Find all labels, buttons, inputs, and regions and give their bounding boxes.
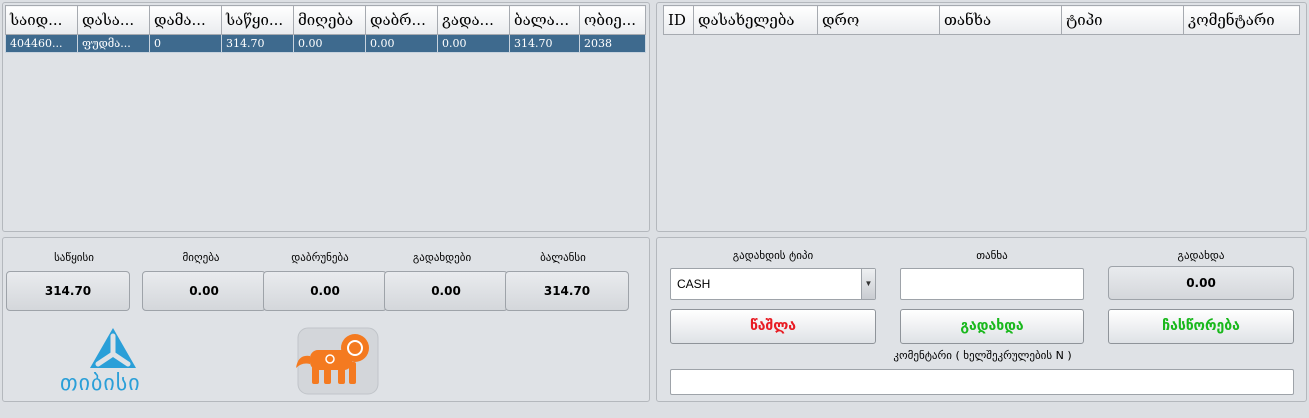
- col-header-2[interactable]: დამა...: [149, 5, 222, 35]
- bank-of-georgia-logo: [292, 326, 382, 396]
- summary-panel: საწყისი 314.70 მიღება 0.00 დაბრუნება 0.0…: [2, 237, 650, 402]
- col-header-comment[interactable]: კომენტარი: [1183, 5, 1300, 35]
- table-cell[interactable]: 314.70: [509, 34, 580, 53]
- tbc-logo-text: თიბისი: [60, 371, 141, 396]
- returned-label: დაბრუნება: [291, 251, 349, 264]
- payments-grid-panel: ID დასახელება დრო თანხა ტიპი კომენტარი: [656, 2, 1307, 232]
- returned-value: 0.00: [263, 271, 387, 311]
- payments-label: გადახდები: [412, 251, 472, 264]
- table-row[interactable]: 404460... ფუდმა... 0 314.70 0.00 0.00 0.…: [5, 34, 646, 53]
- comment-input[interactable]: [670, 369, 1294, 395]
- payments-table: ID დასახელება დრო თანხა ტიპი კომენტარი: [663, 5, 1300, 35]
- col-header-0[interactable]: საიდ...: [5, 5, 78, 35]
- col-header-7[interactable]: ბალა...: [509, 5, 580, 35]
- balance-value: 314.70: [505, 271, 629, 311]
- paid-label: გადახდა: [1177, 249, 1225, 262]
- col-header-amount[interactable]: თანხა: [939, 5, 1062, 35]
- table-cell[interactable]: 0.00: [365, 34, 438, 53]
- comment-label: კომენტარი ( ხელშეკრულების N ): [893, 349, 1072, 362]
- amount-input[interactable]: [900, 268, 1084, 300]
- col-header-name[interactable]: დასახელება: [693, 5, 818, 35]
- col-header-3[interactable]: საწყი...: [221, 5, 294, 35]
- payments-header-row: ID დასახელება დრო თანხა ტიპი კომენტარი: [663, 5, 1300, 35]
- table-cell[interactable]: 0: [149, 34, 222, 53]
- col-header-type[interactable]: ტიპი: [1061, 5, 1184, 35]
- table-cell[interactable]: 404460...: [5, 34, 78, 53]
- initial-label: საწყისი: [54, 251, 94, 264]
- balance-label: ბალანსი: [540, 251, 586, 264]
- tbc-triangle-icon: [90, 328, 136, 368]
- accounts-grid-panel: საიდ... დასა... დამა... საწყი... მიღება …: [2, 2, 650, 232]
- table-cell[interactable]: 314.70: [221, 34, 294, 53]
- col-header-time[interactable]: დრო: [817, 5, 940, 35]
- col-header-id[interactable]: ID: [663, 5, 694, 35]
- received-label: მიღება: [182, 251, 220, 264]
- col-header-8[interactable]: ობიე...: [579, 5, 646, 35]
- table-cell[interactable]: 0.00: [437, 34, 510, 53]
- payment-panel: გადახდის ტიპი თანხა გადახდა CASH ▼ 0.00 …: [656, 237, 1307, 402]
- paid-value: 0.00: [1108, 266, 1294, 300]
- initial-value: 314.70: [6, 271, 130, 311]
- correct-button[interactable]: ჩასწორება: [1108, 309, 1294, 344]
- payment-type-label: გადახდის ტიპი: [732, 249, 814, 262]
- dropdown-arrow-icon[interactable]: ▼: [861, 269, 875, 299]
- col-header-4[interactable]: მიღება: [293, 5, 366, 35]
- delete-button[interactable]: წაშლა: [670, 309, 876, 344]
- payments-value: 0.00: [384, 271, 508, 311]
- pay-button[interactable]: გადახდა: [900, 309, 1084, 344]
- received-value: 0.00: [142, 271, 266, 311]
- col-header-1[interactable]: დასა...: [77, 5, 150, 35]
- table-cell[interactable]: 2038: [579, 34, 646, 53]
- col-header-6[interactable]: გადა...: [437, 5, 510, 35]
- tbc-logo: თიბისი: [58, 326, 168, 396]
- payment-type-select[interactable]: CASH ▼: [670, 268, 876, 300]
- col-header-5[interactable]: დაბრ...: [365, 5, 438, 35]
- amount-label: თანხა: [976, 249, 1008, 262]
- accounts-header-row: საიდ... დასა... დამა... საწყი... მიღება …: [5, 5, 646, 35]
- lion-icon: [296, 327, 379, 395]
- table-cell[interactable]: 0.00: [293, 34, 366, 53]
- table-cell[interactable]: ფუდმა...: [77, 34, 150, 53]
- payment-type-value: CASH: [677, 277, 711, 291]
- accounts-table: საიდ... დასა... დამა... საწყი... მიღება …: [5, 5, 646, 53]
